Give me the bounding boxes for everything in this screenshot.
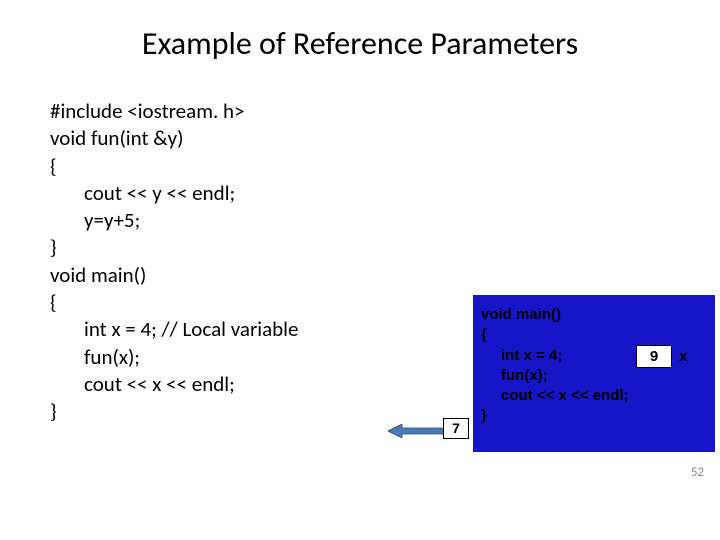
panel-line: { [481,325,707,345]
code-line: { [50,153,298,180]
execution-panel: void main() { int x = 4; fun(x); cout <<… [473,295,715,452]
panel-line: int x = 4; [481,346,707,366]
code-line: cout << x << endl; [50,371,298,398]
variable-name-label: x [679,348,687,365]
code-line: #include <iostream. h> [50,98,298,125]
slide-title: Example of Reference Parameters [0,0,720,79]
step-counter-box: 7 [443,418,469,439]
panel-line: void main() [481,305,707,325]
code-line: void main() [50,262,298,289]
code-line: void fun(int &y) [50,125,298,152]
slide-number: 52 [691,465,704,480]
code-line: } [50,234,298,261]
code-line: int x = 4; // Local variable [50,316,298,343]
code-line: cout << y << endl; [50,180,298,207]
arrow-left-icon [388,424,444,438]
code-line: fun(x); [50,344,298,371]
code-line: } [50,398,298,425]
panel-line: } [481,406,707,426]
panel-line: fun(x); [481,366,707,386]
code-line: y=y+5; [50,207,298,234]
variable-value-box: 9 [636,345,672,368]
panel-line: cout << x << endl; [481,386,707,406]
code-line: { [50,289,298,316]
main-code-block: #include <iostream. h> void fun(int &y) … [50,98,298,426]
